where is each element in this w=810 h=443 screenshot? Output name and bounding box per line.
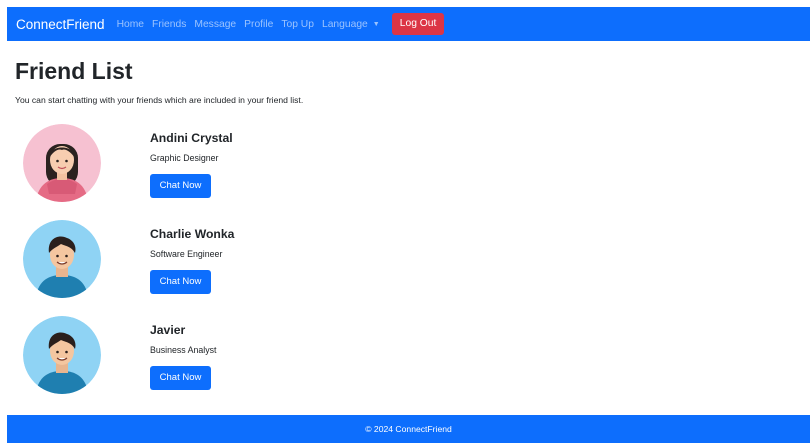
- nav-link-message[interactable]: Message: [194, 19, 236, 30]
- page-subtitle: You can start chatting with your friends…: [15, 95, 304, 105]
- male-avatar-icon: [23, 220, 101, 298]
- nav-link-home[interactable]: Home: [117, 19, 144, 30]
- chat-now-button[interactable]: Chat Now: [150, 174, 211, 198]
- brand-logo[interactable]: ConnectFriend: [16, 17, 105, 32]
- page-title: Friend List: [15, 58, 133, 84]
- female-avatar-icon: [23, 124, 101, 202]
- friend-card: Javier Business Analyst Chat Now: [7, 316, 607, 406]
- footer: © 2024 ConnectFriend: [7, 415, 810, 443]
- friend-role: Business Analyst: [150, 345, 217, 355]
- app-frame: ConnectFriend Home Friends Message Profi…: [7, 7, 810, 443]
- caret-down-icon: ▼: [372, 20, 380, 28]
- male-avatar-icon: [23, 316, 101, 394]
- friend-card: Andini Crystal Graphic Designer Chat Now: [7, 124, 607, 214]
- nav-link-top-up[interactable]: Top Up: [281, 19, 314, 30]
- friend-role: Software Engineer: [150, 249, 223, 259]
- language-label: Language: [321, 18, 368, 30]
- nav-link-profile[interactable]: Profile: [244, 19, 273, 30]
- language-dropdown[interactable]: Language ▼: [322, 19, 380, 30]
- friend-name: Javier: [150, 323, 186, 337]
- friend-role: Graphic Designer: [150, 153, 219, 163]
- friend-name: Charlie Wonka: [150, 227, 235, 241]
- logout-button[interactable]: Log Out: [391, 13, 445, 35]
- chat-now-button[interactable]: Chat Now: [150, 270, 211, 294]
- navbar: ConnectFriend Home Friends Message Profi…: [7, 7, 810, 41]
- chat-now-button[interactable]: Chat Now: [150, 366, 211, 390]
- nav-link-friends[interactable]: Friends: [152, 19, 186, 30]
- friend-card: Charlie Wonka Software Engineer Chat Now: [7, 220, 607, 310]
- friend-name: Andini Crystal: [150, 131, 233, 145]
